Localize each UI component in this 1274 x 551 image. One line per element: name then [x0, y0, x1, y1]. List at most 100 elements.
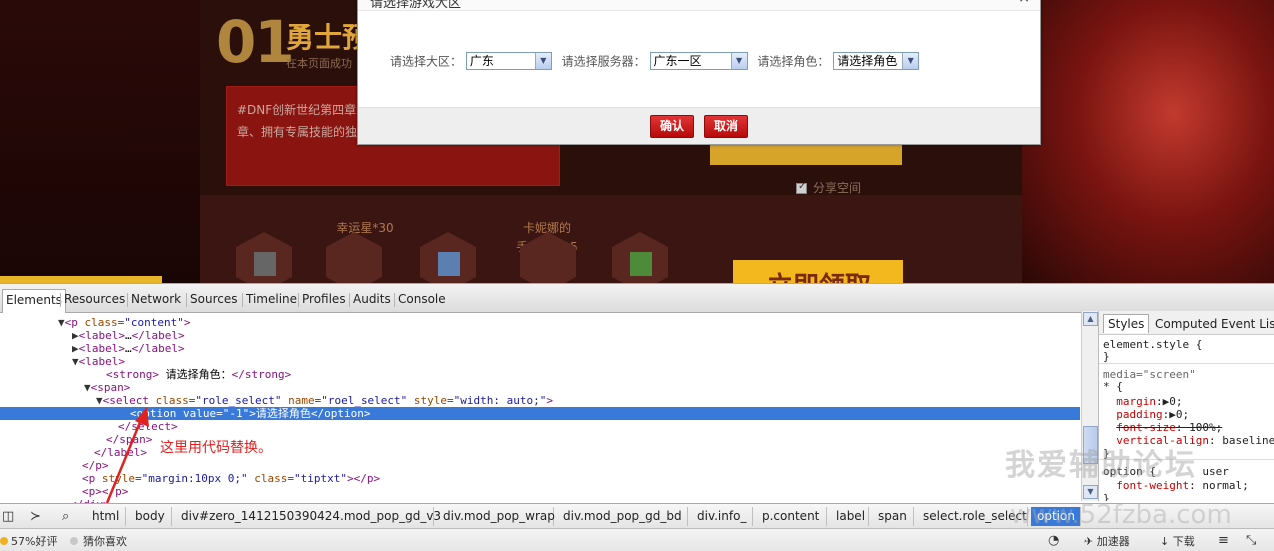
- tab-profiles[interactable]: Profiles: [302, 292, 346, 306]
- cancel-button[interactable]: 取消: [704, 115, 748, 138]
- claim-button[interactable]: 立即领取: [733, 260, 903, 283]
- breadcrumb-item[interactable]: div.mod_pop_gd_bd: [557, 507, 688, 526]
- guess-you-like[interactable]: 猜你喜欢: [70, 533, 127, 549]
- expanded-triangle-icon[interactable]: ▼: [72, 355, 79, 368]
- scroll-down-icon[interactable]: ▼: [1083, 485, 1098, 499]
- download-button[interactable]: ↓ 下载: [1160, 533, 1195, 549]
- role-select[interactable]: 请选择角色 ▼: [833, 52, 920, 70]
- tab-separator: [298, 293, 299, 307]
- breadcrumb-item[interactable]: p.content: [756, 507, 827, 526]
- annotation-arrow-icon: [105, 407, 149, 504]
- devtools-tab-bar: Elements Resources Network Sources Timeline P…: [0, 283, 1274, 313]
- share-checkbox[interactable]: 分享空间: [796, 179, 861, 196]
- page-left-background: [0, 0, 200, 283]
- tab-network[interactable]: Network: [131, 292, 181, 306]
- breadcrumb-item[interactable]: div.mod_pop_wrap: [437, 507, 555, 526]
- guess-text: 猜你喜欢: [83, 535, 127, 548]
- tab-console[interactable]: Console: [398, 292, 446, 306]
- breadcrumb-item[interactable]: div#zero_1412150390424.mod_pop_gd_v3: [175, 507, 441, 526]
- tab-elements[interactable]: Elements: [2, 289, 66, 313]
- annotation-note: 这里用代码替换。: [160, 440, 272, 456]
- scroll-up-icon[interactable]: ▲: [1083, 312, 1098, 326]
- checkbox-icon[interactable]: [796, 181, 807, 194]
- step-number: 01: [216, 8, 295, 76]
- watermark-text: 我爱辅助论坛: [1005, 448, 1197, 483]
- css-rule-line[interactable]: }: [1103, 351, 1110, 363]
- breadcrumb-item[interactable]: span: [872, 507, 914, 526]
- expanded-triangle-icon[interactable]: ▼: [96, 394, 103, 407]
- dom-node[interactable]: <strong> 请选择角色：</strong>: [0, 368, 1080, 381]
- browser-statusbar: 57%好评 猜你喜欢 ◔ ✈ 加速器 ↓ 下载 ≡ ⤡: [0, 529, 1274, 551]
- dom-node[interactable]: ▼<p class="content">: [0, 316, 1080, 329]
- character-artwork: [1022, 0, 1274, 283]
- dialog-body: 请选择大区： 广东 ▼ 请选择服务器： 广东一区 ▼ 请选择角色： 请选择角色 ▼: [358, 11, 1040, 109]
- tab-resources[interactable]: Resources: [64, 292, 125, 306]
- accelerator-button[interactable]: ✈ 加速器: [1084, 533, 1130, 549]
- breadcrumb-item[interactable]: html: [86, 507, 126, 526]
- smile-icon: [0, 537, 8, 545]
- styles-tab-event-listeners[interactable]: Event Listeners: [1221, 317, 1274, 331]
- rule-divider: [1099, 363, 1274, 364]
- console-drawer-icon[interactable]: ≻: [30, 509, 41, 524]
- close-icon[interactable]: ×: [1018, 0, 1030, 6]
- tab-audits[interactable]: Audits: [353, 292, 391, 306]
- tab-separator: [186, 293, 187, 307]
- dom-node[interactable]: ▶<label>…</label>: [0, 329, 1080, 342]
- chevron-down-icon[interactable]: ▼: [902, 53, 919, 69]
- styles-tab-styles[interactable]: Styles: [1103, 314, 1150, 333]
- accelerator-text: 加速器: [1096, 535, 1130, 548]
- chevron-down-icon[interactable]: ▼: [534, 53, 551, 69]
- dialog-title: 请选择游戏大区: [370, 0, 462, 11]
- tab-sources[interactable]: Sources: [190, 292, 237, 306]
- confirm-button[interactable]: 确认: [650, 115, 694, 138]
- resize-icon[interactable]: ⤡: [1246, 533, 1256, 548]
- menu-icon[interactable]: ≡: [1218, 533, 1229, 548]
- tab-separator: [394, 293, 395, 307]
- watermark-url: www.52fzba.com: [1010, 500, 1232, 530]
- collapsed-triangle-icon[interactable]: ▶: [72, 342, 79, 355]
- expanded-triangle-icon[interactable]: ▼: [84, 381, 91, 394]
- css-rule-line[interactable]: margin:▶0;: [1103, 396, 1182, 408]
- role-select-value: 请选择角色: [837, 54, 898, 68]
- styles-tab-computed[interactable]: Computed: [1155, 317, 1217, 331]
- tab-separator: [127, 293, 128, 307]
- dom-node[interactable]: ▼<span>: [0, 381, 1080, 394]
- rocket-icon: ✈: [1084, 535, 1097, 548]
- search-icon[interactable]: ⌕: [62, 509, 69, 524]
- select-row: 请选择大区： 广东 ▼ 请选择服务器： 广东一区 ▼ 请选择角色： 请选择角色 ▼: [390, 52, 925, 70]
- tab-timeline[interactable]: Timeline: [246, 292, 297, 306]
- dialog-header: 请选择游戏大区 ×: [358, 0, 1040, 11]
- tab-separator: [242, 293, 243, 307]
- role-label: 请选择角色：: [757, 54, 830, 69]
- dom-node[interactable]: ▼<label>: [0, 355, 1080, 368]
- chevron-down-icon[interactable]: ▼: [730, 53, 747, 69]
- yellow-strip: [0, 276, 162, 283]
- rating-text: 57%好评: [11, 535, 58, 548]
- dialog-footer: 确认 取消: [358, 107, 1040, 144]
- speed-dial-icon[interactable]: ◔: [1048, 533, 1059, 548]
- download-icon: ↓: [1160, 535, 1173, 548]
- css-rule-line[interactable]: * {: [1103, 381, 1123, 393]
- page-subtitle: 在本页面成功: [286, 57, 352, 70]
- breadcrumb-item[interactable]: body: [129, 507, 172, 526]
- claim-button-label: 立即领取: [767, 266, 871, 283]
- share-label: 分享空间: [813, 181, 862, 195]
- server-select-value: 广东一区: [653, 54, 702, 68]
- tab-separator: [60, 293, 61, 307]
- tab-separator: [349, 293, 350, 307]
- breadcrumb-item[interactable]: div.info_: [691, 507, 753, 526]
- css-rule-line[interactable]: font-size: 100%;: [1103, 422, 1222, 434]
- breadcrumb-item[interactable]: label: [830, 507, 869, 526]
- dom-node[interactable]: ▼<select class="role_select" name="roel_…: [0, 394, 1080, 407]
- region-select[interactable]: 广东 ▼: [465, 52, 552, 70]
- dom-node[interactable]: ▶<label>…</label>: [0, 342, 1080, 355]
- rating-status[interactable]: 57%好评: [0, 533, 57, 549]
- dot-icon: [70, 537, 78, 545]
- css-rule-line[interactable]: padding:▶0;: [1103, 409, 1189, 421]
- css-rule-line[interactable]: element.style {: [1103, 339, 1202, 351]
- expanded-triangle-icon[interactable]: ▼: [58, 316, 65, 329]
- download-text: 下载: [1172, 535, 1195, 548]
- server-select[interactable]: 广东一区 ▼: [649, 52, 748, 70]
- dock-icon[interactable]: ◫: [2, 509, 14, 524]
- collapsed-triangle-icon[interactable]: ▶: [72, 329, 79, 342]
